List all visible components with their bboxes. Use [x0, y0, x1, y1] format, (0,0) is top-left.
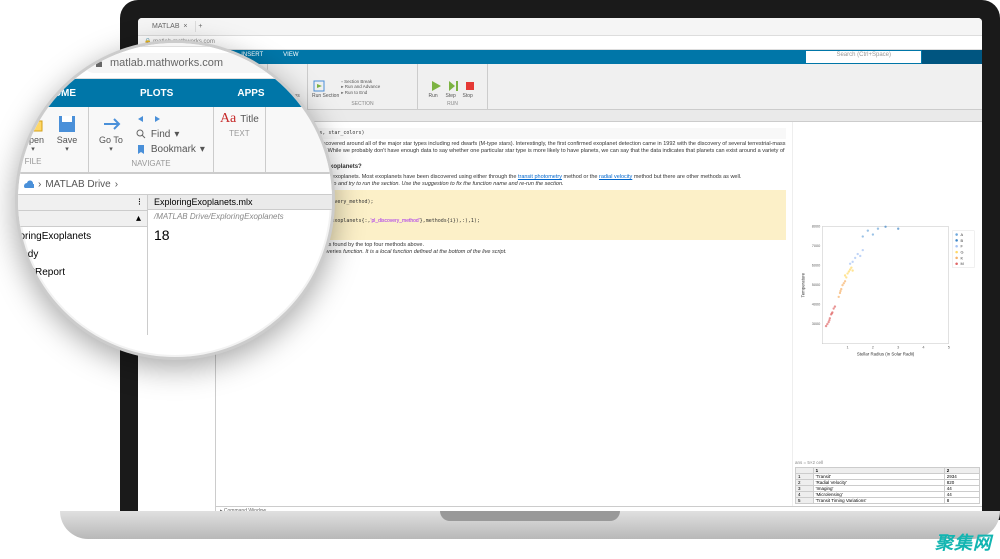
url-text: matlab.mathworks.com — [110, 57, 223, 69]
magnifier-lens: MATLAB × matlab.mathworks.com HOME PLOTS… — [15, 40, 335, 360]
ribbon-tab-home[interactable]: HOME — [15, 79, 108, 107]
svg-text:2: 2 — [872, 344, 874, 349]
ribbon-tab-apps[interactable]: APPS — [205, 79, 296, 107]
nav-fwd[interactable] — [151, 113, 163, 125]
svg-text:3: 3 — [897, 344, 899, 349]
svg-text:8000: 8000 — [812, 224, 821, 229]
svg-text:K: K — [961, 255, 964, 260]
toolstrip: New▾ Open▾ Save▾ FILE Go To▾ Find ▾ Book… — [15, 107, 335, 173]
bg-search-box[interactable]: Search (Ctrl+Space) — [806, 51, 921, 63]
svg-text:M: M — [961, 261, 964, 266]
file-item[interactable]: flexBody — [15, 245, 147, 263]
editor-preview: ExploringExoplanets.mlx /MATLAB Drive/Ex… — [148, 195, 335, 335]
lock-icon — [94, 58, 104, 68]
reload-icon[interactable] — [36, 56, 50, 70]
step-button[interactable]: Step — [446, 79, 460, 99]
files-panel: ▾ Files⁝ Name▴ ExploringExoplanetsflexBo… — [15, 195, 148, 335]
svg-text:B: B — [961, 238, 964, 243]
output-panel: 3000 4000 5000 6000 7000 8000 1 2 3 4 5 Temperature… — [792, 122, 982, 506]
svg-text:5: 5 — [948, 344, 950, 349]
editor-value: 18 — [148, 223, 335, 247]
path-segment[interactable]: MATLAB Drive — [45, 179, 110, 190]
panel-menu-icon[interactable]: ⁝ — [138, 197, 141, 208]
bg-tab-strip: MATLAB × + — [138, 18, 982, 36]
up-icon[interactable] — [15, 177, 16, 191]
url-bar-row: matlab.mathworks.com — [15, 47, 335, 79]
run-button[interactable]: Run — [429, 79, 443, 99]
scatter-chart: 3000 4000 5000 6000 7000 8000 1 2 3 4 5 Temperature… — [795, 124, 980, 460]
editor-tab[interactable]: ExploringExoplanets.mlx — [148, 195, 335, 210]
cloud-icon — [20, 177, 34, 191]
group-label: FILE — [15, 157, 82, 166]
nav-back[interactable] — [135, 113, 205, 125]
file-item[interactable]: IncidentReport — [15, 263, 147, 281]
svg-text:1: 1 — [847, 344, 849, 349]
watermark: 聚集网 — [935, 529, 992, 555]
ribbon-tab-plots[interactable]: PLOTS — [108, 79, 205, 107]
svg-text:4000: 4000 — [812, 302, 821, 307]
group-label: TEXT — [220, 129, 259, 138]
laptop-base — [60, 511, 1000, 539]
svg-text:A: A — [961, 232, 964, 237]
workspace-body: ▾ Files⁝ Name▴ ExploringExoplanetsflexBo… — [15, 195, 335, 335]
svg-text:5000: 5000 — [812, 282, 821, 287]
path-bar[interactable]: › MATLAB Drive › — [15, 173, 335, 195]
editor-breadcrumb: /MATLAB Drive/ExploringExoplanets — [148, 210, 335, 223]
address-bar[interactable]: matlab.mathworks.com — [84, 53, 335, 73]
svg-text:Stellar Radius (in Solar Radii: Stellar Radius (in Solar Radii) — [857, 351, 915, 356]
link[interactable]: transit photometry — [518, 174, 562, 180]
find-button[interactable]: Find ▾ — [135, 128, 205, 140]
bg-browser-tab[interactable]: MATLAB × — [144, 21, 196, 32]
bg-new-tab[interactable]: + — [196, 23, 202, 30]
group-label: NAVIGATE — [95, 159, 207, 168]
open-button[interactable]: Open▾ — [18, 111, 48, 155]
svg-text:Temperature: Temperature — [801, 272, 806, 297]
forward-icon[interactable] — [15, 56, 26, 70]
matlab-ribbon: HOME PLOTS APPS — [15, 79, 335, 107]
home-icon[interactable] — [60, 56, 74, 70]
save-button[interactable]: Save▾ — [52, 111, 82, 155]
table-caption: ans = 5×2 cell — [795, 460, 980, 465]
text-style-button[interactable]: Aa Title — [220, 111, 259, 127]
run-to-end-button[interactable]: ▸ Run to End — [341, 90, 380, 96]
goto-button[interactable]: Go To▾ — [95, 111, 127, 157]
bookmark-button[interactable]: Bookmark ▾ — [135, 143, 205, 155]
result-table: 121'Transit'29342'Radial Velocity'8203'I… — [795, 467, 980, 504]
file-item[interactable]: ExploringExoplanets — [15, 227, 147, 245]
svg-text:7000: 7000 — [812, 243, 821, 248]
svg-text:G: G — [961, 250, 964, 255]
link[interactable]: radial velocity — [599, 174, 632, 180]
stop-button[interactable]: Stop — [463, 79, 477, 99]
svg-text:3000: 3000 — [812, 321, 821, 326]
svg-text:4: 4 — [922, 344, 925, 349]
svg-text:6000: 6000 — [812, 263, 821, 268]
